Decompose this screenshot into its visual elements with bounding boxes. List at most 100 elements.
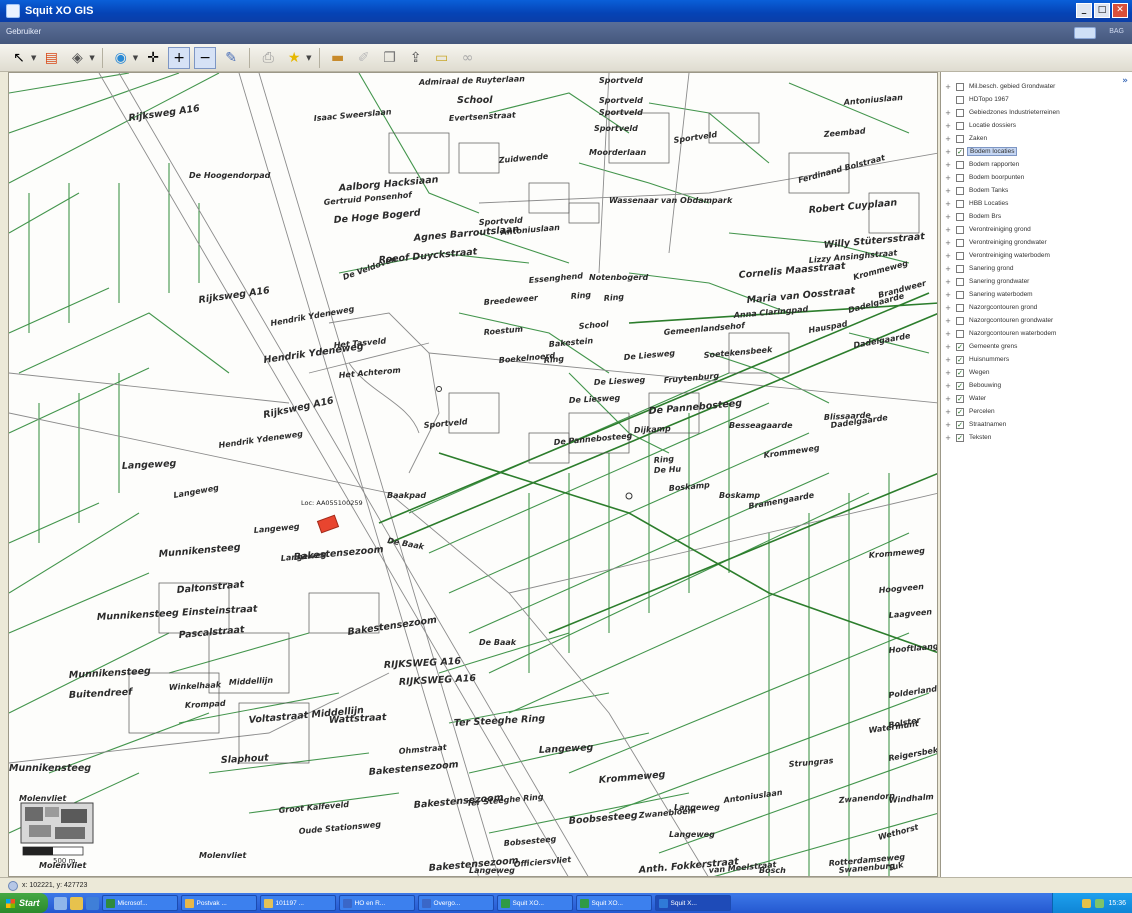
quicklaunch-desktop-icon[interactable] [53,896,67,910]
expand-icon[interactable]: + [944,226,952,234]
layer-checkbox[interactable] [956,277,964,286]
layer-row[interactable]: + Bodem Tanks [941,184,1132,197]
layer-checkbox[interactable] [956,251,964,260]
expand-icon[interactable]: + [944,278,952,286]
expand-icon[interactable]: + [944,434,952,442]
expand-icon[interactable]: + [944,109,952,117]
select-arrow-icon[interactable]: ↖ [8,47,30,69]
layer-checkbox[interactable] [956,134,964,143]
star-icon[interactable]: ★ [283,47,305,69]
export-icon[interactable]: ⇪ [405,47,427,69]
layer-row[interactable]: +HDTopo 1967 [941,93,1132,106]
expand-icon[interactable]: + [944,187,952,195]
globe-icon[interactable]: ◉ [110,47,132,69]
layer-row[interactable]: + ✓ Gemeente grens [941,340,1132,353]
expand-icon[interactable]: + [944,148,952,156]
expand-icon[interactable]: + [944,265,952,273]
layer-label[interactable]: Bodem Brs [967,213,1003,220]
layer-label[interactable]: HDTopo 1967 [967,96,1011,103]
layer-label[interactable]: Nazorgcontouren waterbodem [967,330,1058,337]
layer-label[interactable]: Mil.besch. gebied Grondwater [967,83,1057,90]
edit-icon[interactable]: ✎ [220,47,242,69]
layer-row[interactable]: + Verontreiniging grond [941,223,1132,236]
layer-label[interactable]: Wegen [967,369,991,376]
layer-label[interactable]: HBB Locaties [967,200,1010,207]
layer-checkbox[interactable] [956,225,964,234]
layer-label[interactable]: Gebiedzones Industrieterreinen [967,109,1062,116]
layer-label[interactable]: Verontreiniging grondwater [967,239,1049,246]
taskbar-button[interactable]: 101197 ... [259,895,336,911]
expand-icon[interactable]: + [944,369,952,377]
layer-row[interactable]: + Mil.besch. gebied Grondwater [941,80,1132,93]
layer-checkbox[interactable] [956,82,964,91]
layer-label[interactable]: Sanering grond [967,265,1015,272]
dropdown-arrow-icon[interactable]: ▼ [133,54,138,62]
taskbar-button[interactable]: Microsof... [101,895,178,911]
layer-label[interactable]: Bodem rapporten [967,161,1021,168]
layer-label[interactable]: Huisnummers [967,356,1011,363]
layer-checkbox[interactable]: ✓ [956,420,964,429]
panel-toggle-button[interactable] [1074,27,1096,39]
layer-label[interactable]: Sanering grondwater [967,278,1031,285]
layer-checkbox[interactable] [956,303,964,312]
taskbar-button[interactable]: Squit XO... [575,895,652,911]
layer-label[interactable]: Bodem Tanks [967,187,1010,194]
layer-row[interactable]: + Gebiedzones Industrieterreinen [941,106,1132,119]
layer-checkbox[interactable] [956,95,964,104]
layer-row[interactable]: + ✓ Water [941,392,1132,405]
layer-checkbox[interactable]: ✓ [956,407,964,416]
layer-label[interactable]: Straatnamen [967,421,1008,428]
pan-icon[interactable]: ✛ [142,47,164,69]
layer-row[interactable]: + Sanering grond [941,262,1132,275]
layer-row[interactable]: + Sanering grondwater [941,275,1132,288]
expand-icon[interactable]: + [944,252,952,260]
layer-label[interactable]: Zaken [967,135,989,142]
layer-checkbox[interactable] [956,329,964,338]
layer-row[interactable]: + ✓ Bodem locaties [941,145,1132,158]
expand-icon[interactable]: + [944,135,952,143]
quicklaunch-browser-icon[interactable] [85,896,99,910]
layer-label[interactable]: Percelen [967,408,997,415]
layer-checkbox[interactable] [956,108,964,117]
taskbar-button[interactable]: Overgo... [417,895,494,911]
layer-row[interactable]: + HBB Locaties [941,197,1132,210]
tray-icon[interactable] [1095,898,1105,908]
copy-icon[interactable]: ❐ [379,47,401,69]
identify-icon[interactable]: ◈ [66,47,88,69]
selected-parcel-highlight[interactable] [316,514,340,534]
layer-row[interactable]: + Bodem boorpunten [941,171,1132,184]
layer-label[interactable]: Verontreiniging waterbodem [967,252,1052,259]
layer-checkbox[interactable]: ✓ [956,355,964,364]
layer-checkbox[interactable]: ✓ [956,381,964,390]
layer-row[interactable]: + Locatie dossiers [941,119,1132,132]
taskbar-button[interactable]: Squit X... [654,895,731,911]
expand-icon[interactable]: + [944,343,952,351]
print-icon[interactable]: ⎙ [257,47,279,69]
expand-icon[interactable]: + [944,174,952,182]
layer-label[interactable]: Gemeente grens [967,343,1019,350]
expand-icon[interactable]: + [944,291,952,299]
expand-icon[interactable]: + [944,317,952,325]
dropdown-arrow-icon[interactable]: ▼ [306,54,311,62]
dropdown-arrow-icon[interactable]: ▼ [89,54,94,62]
layer-row[interactable]: + Sanering waterbodem [941,288,1132,301]
layer-checkbox[interactable] [956,316,964,325]
layer-label[interactable]: Nazorgcontouren grond [967,304,1039,311]
quicklaunch-folder-icon[interactable] [69,896,83,910]
layer-row[interactable]: + Nazorgcontouren waterbodem [941,327,1132,340]
expand-icon[interactable]: + [944,382,952,390]
zoom-in-icon[interactable]: + [168,46,191,69]
layer-checkbox[interactable] [956,199,964,208]
layer-row[interactable]: + Nazorgcontouren grond [941,301,1132,314]
layer-checkbox[interactable] [956,186,964,195]
start-button[interactable]: Start [0,893,48,913]
layer-label[interactable]: Verontreiniging grond [967,226,1033,233]
layer-checkbox[interactable]: ✓ [956,342,964,351]
expand-icon[interactable]: + [944,122,952,130]
layer-row[interactable]: + Nazorgcontouren grondwater [941,314,1132,327]
layer-checkbox[interactable]: ✓ [956,394,964,403]
expand-icon[interactable]: + [944,330,952,338]
expand-icon[interactable]: + [944,213,952,221]
close-button[interactable]: ✕ [1112,3,1128,18]
binoculars-icon[interactable]: ∞ [457,47,479,69]
